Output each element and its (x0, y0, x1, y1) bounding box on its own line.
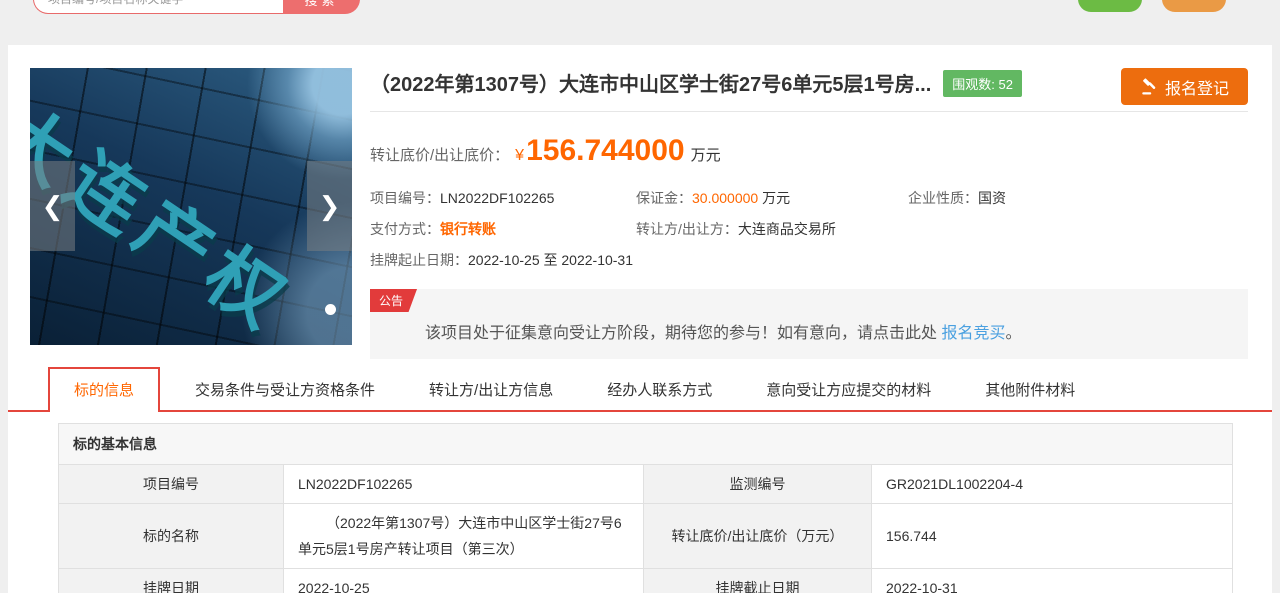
listing-card: 大连产权 ❮ ❯ （2022年第1307号）大连市中山区学士街27号6单元5层1… (8, 45, 1272, 593)
table-cell-label: 挂牌日期 (58, 568, 284, 593)
signup-register-button[interactable]: 报名登记 (1121, 68, 1248, 105)
basic-info-table: 标的基本信息 项目编号 LN2022DF102265 监测编号 GR2021DL100… (58, 423, 1233, 593)
price-unit: 万元 (690, 147, 721, 164)
table-row: 挂牌日期 2022-10-25 挂牌截止日期 2022-10-31 (58, 568, 1233, 593)
table-cell-label: 挂牌截止日期 (643, 568, 872, 593)
title-divider (370, 111, 1248, 112)
price-value: 156.744000 (526, 134, 685, 167)
project-field: 保证金：30.000000 万元 (636, 188, 908, 208)
table-cell-value: GR2021DL1002204-4 (871, 464, 1233, 504)
project-field: 企业性质：国资 (908, 188, 1248, 208)
signup-button-label: 报名登记 (1164, 80, 1229, 98)
field-label: 保证金： (636, 190, 692, 206)
topbar-orange-button[interactable] (1162, 0, 1226, 12)
carousel-dot-indicator[interactable] (325, 304, 336, 315)
gavel-icon (1140, 77, 1158, 96)
field-value: 2022-10-25 至 2022-10-31 (468, 252, 634, 268)
tab-1[interactable]: 交易条件与受让方资格条件 (168, 369, 402, 410)
topbar-green-button[interactable] (1078, 0, 1142, 12)
tab-2[interactable]: 转让方/出让方信息 (402, 369, 580, 410)
page-title: （2022年第1307号）大连市中山区学士街27号6单元5层1号房... (370, 74, 932, 96)
detail-tabs: 标的信息 交易条件与受让方资格条件 转让方/出让方信息 经办人联系方式 意向受让方应提交… (8, 367, 1272, 412)
basic-info-table-wrap: 标的基本信息 项目编号 LN2022DF102265 监测编号 GR2021DL100… (58, 423, 1233, 593)
field-value: 国资 (978, 190, 1006, 206)
tab-3[interactable]: 经办人联系方式 (580, 369, 739, 410)
table-cell-label: 标的名称 (58, 503, 284, 569)
listing-image-carousel: 大连产权 ❮ ❯ (30, 68, 352, 345)
currency-symbol: ¥ (515, 147, 525, 164)
search-button[interactable]: 搜索 (283, 0, 360, 14)
table-cell-value: LN2022DF102265 (283, 464, 644, 504)
carousel-next-arrow[interactable]: ❯ (307, 161, 352, 251)
field-label: 挂牌起止日期： (370, 252, 468, 268)
table-cell-label: 转让底价/出让底价（万元） (643, 503, 872, 569)
field-label: 企业性质： (908, 190, 978, 206)
table-cell-value: （2022年第1307号）大连市中山区学士街27号6单元5层1号房产转让项目（第… (283, 503, 644, 569)
project-field: 项目编号：LN2022DF102265 (370, 188, 636, 208)
field-suffix: 万元 (758, 190, 791, 206)
field-value: LN2022DF102265 (440, 190, 555, 206)
table-cell-label: 监测编号 (643, 464, 872, 504)
table-row: 标的名称 （2022年第1307号）大连市中山区学士街27号6单元5层1号房产转让… (58, 503, 1233, 569)
table-cell-value: 2022-10-31 (871, 568, 1233, 593)
tab-0[interactable]: 标的信息 (48, 367, 161, 412)
table-cell-value: 156.744 (871, 503, 1233, 569)
field-value: 30.000000 (692, 190, 759, 206)
views-count-badge: 围观数: 52 (943, 70, 1022, 97)
field-label: 转让方/出让方： (636, 221, 738, 237)
project-field: 转让方/出让方：大连商品交易所 (636, 219, 908, 239)
notice-text-suffix: 。 (1005, 325, 1022, 342)
search-group: 搜索 (33, 0, 360, 14)
table-row: 项目编号 LN2022DF102265 监测编号 GR2021DL1002204-4 (58, 464, 1233, 504)
notice-text: 该项目处于征集意向受让方阶段，期待您的参与！如有意向，请点击此处 报名竞买。 (425, 319, 1228, 343)
notice-text-main: 该项目处于征集意向受让方阶段，期待您的参与！如有意向，请点击此处 (425, 325, 942, 342)
signup-bid-link[interactable]: 报名竞买 (941, 325, 1005, 342)
carousel-prev-arrow[interactable]: ❮ (30, 161, 75, 251)
tab-5[interactable]: 其他附件材料 (958, 369, 1102, 410)
project-fields: 项目编号：LN2022DF102265 保证金：30.000000 万元 企业性质：… (370, 188, 1248, 270)
project-field: 挂牌起止日期：2022-10-25 至 2022-10-31 (370, 250, 1248, 270)
field-label: 项目编号： (370, 190, 440, 206)
field-value: 大连商品交易所 (737, 221, 836, 237)
table-section-title: 标的基本信息 (58, 423, 1233, 465)
search-input[interactable] (33, 0, 283, 14)
field-value: 银行转账 (440, 221, 496, 237)
notice-box: 公告 该项目处于征集意向受让方阶段，期待您的参与！如有意向，请点击此处 报名竞买… (370, 289, 1248, 359)
price-row: 转让底价/出让底价： ¥ 156.744000 万元 (370, 134, 1248, 168)
notice-flag: 公告 (370, 289, 418, 312)
price-label: 转让底价/出让底价： (370, 147, 510, 164)
field-label: 支付方式： (370, 221, 440, 237)
table-cell-value: 2022-10-25 (283, 568, 644, 593)
table-cell-label: 项目编号 (58, 464, 284, 504)
tab-4[interactable]: 意向受让方应提交的材料 (739, 369, 958, 410)
top-bar: 搜索 (0, 0, 1280, 45)
project-field: 支付方式：银行转账 (370, 219, 636, 239)
listing-detail-panel: （2022年第1307号）大连市中山区学士街27号6单元5层1号房... 围观数… (370, 68, 1248, 359)
